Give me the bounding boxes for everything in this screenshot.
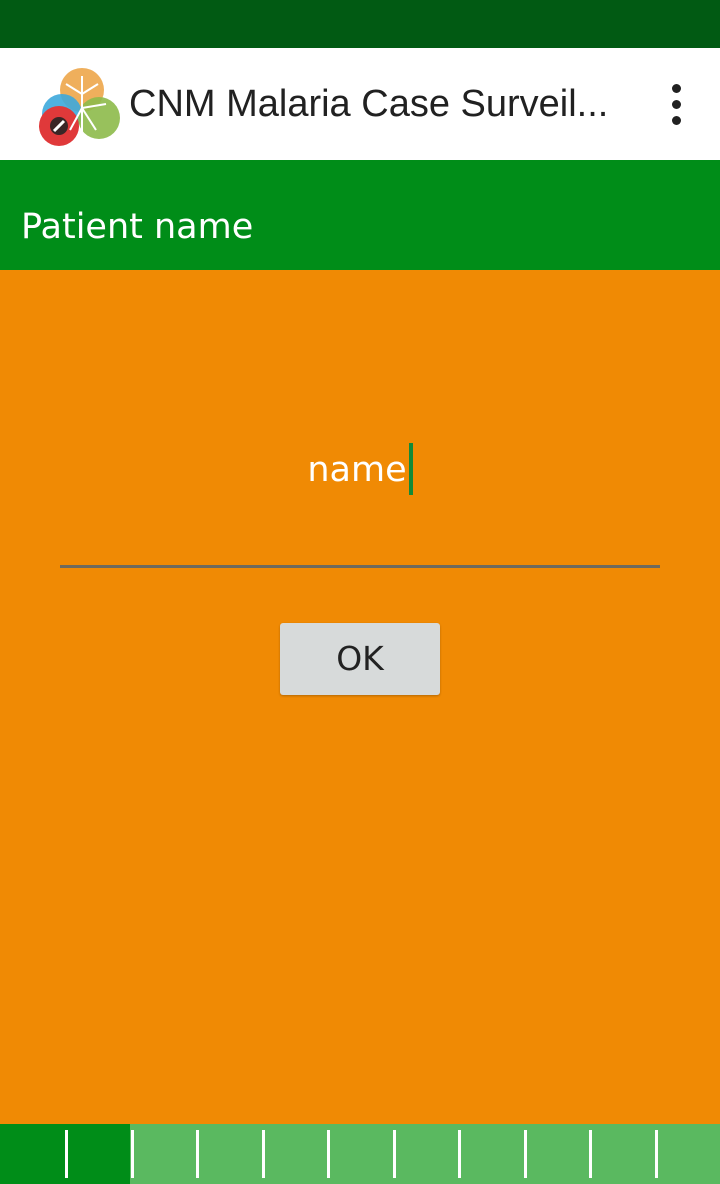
progress-tick	[589, 1130, 592, 1178]
question-content: name OK	[0, 270, 720, 1124]
progress-tick	[262, 1130, 265, 1178]
app-title: CNM Malaria Case Surveil...	[129, 83, 609, 125]
menu-dot	[671, 115, 681, 125]
app-bar: CNM Malaria Case Surveil...	[0, 48, 720, 160]
ok-button[interactable]: OK	[280, 623, 440, 695]
menu-dot	[671, 99, 681, 109]
progress-tick	[458, 1130, 461, 1178]
progress-tick	[327, 1130, 330, 1178]
malaria-mosquito-logo-icon	[39, 68, 120, 146]
patient-name-input[interactable]: name	[60, 430, 660, 570]
progress-tick	[524, 1130, 527, 1178]
status-bar	[0, 0, 720, 48]
progress-tick	[65, 1130, 68, 1178]
survey-progress-bar	[0, 1124, 720, 1184]
menu-dot	[671, 83, 681, 93]
progress-tick	[196, 1130, 199, 1178]
text-cursor	[408, 443, 413, 495]
more-vert-icon[interactable]	[654, 74, 698, 134]
progress-tick	[131, 1130, 134, 1178]
progress-tick	[655, 1130, 658, 1178]
input-underline	[60, 565, 660, 568]
question-title: Patient name	[21, 207, 254, 247]
patient-name-value: name	[307, 450, 407, 490]
progress-tick	[393, 1130, 396, 1178]
question-header: Patient name	[0, 160, 720, 270]
